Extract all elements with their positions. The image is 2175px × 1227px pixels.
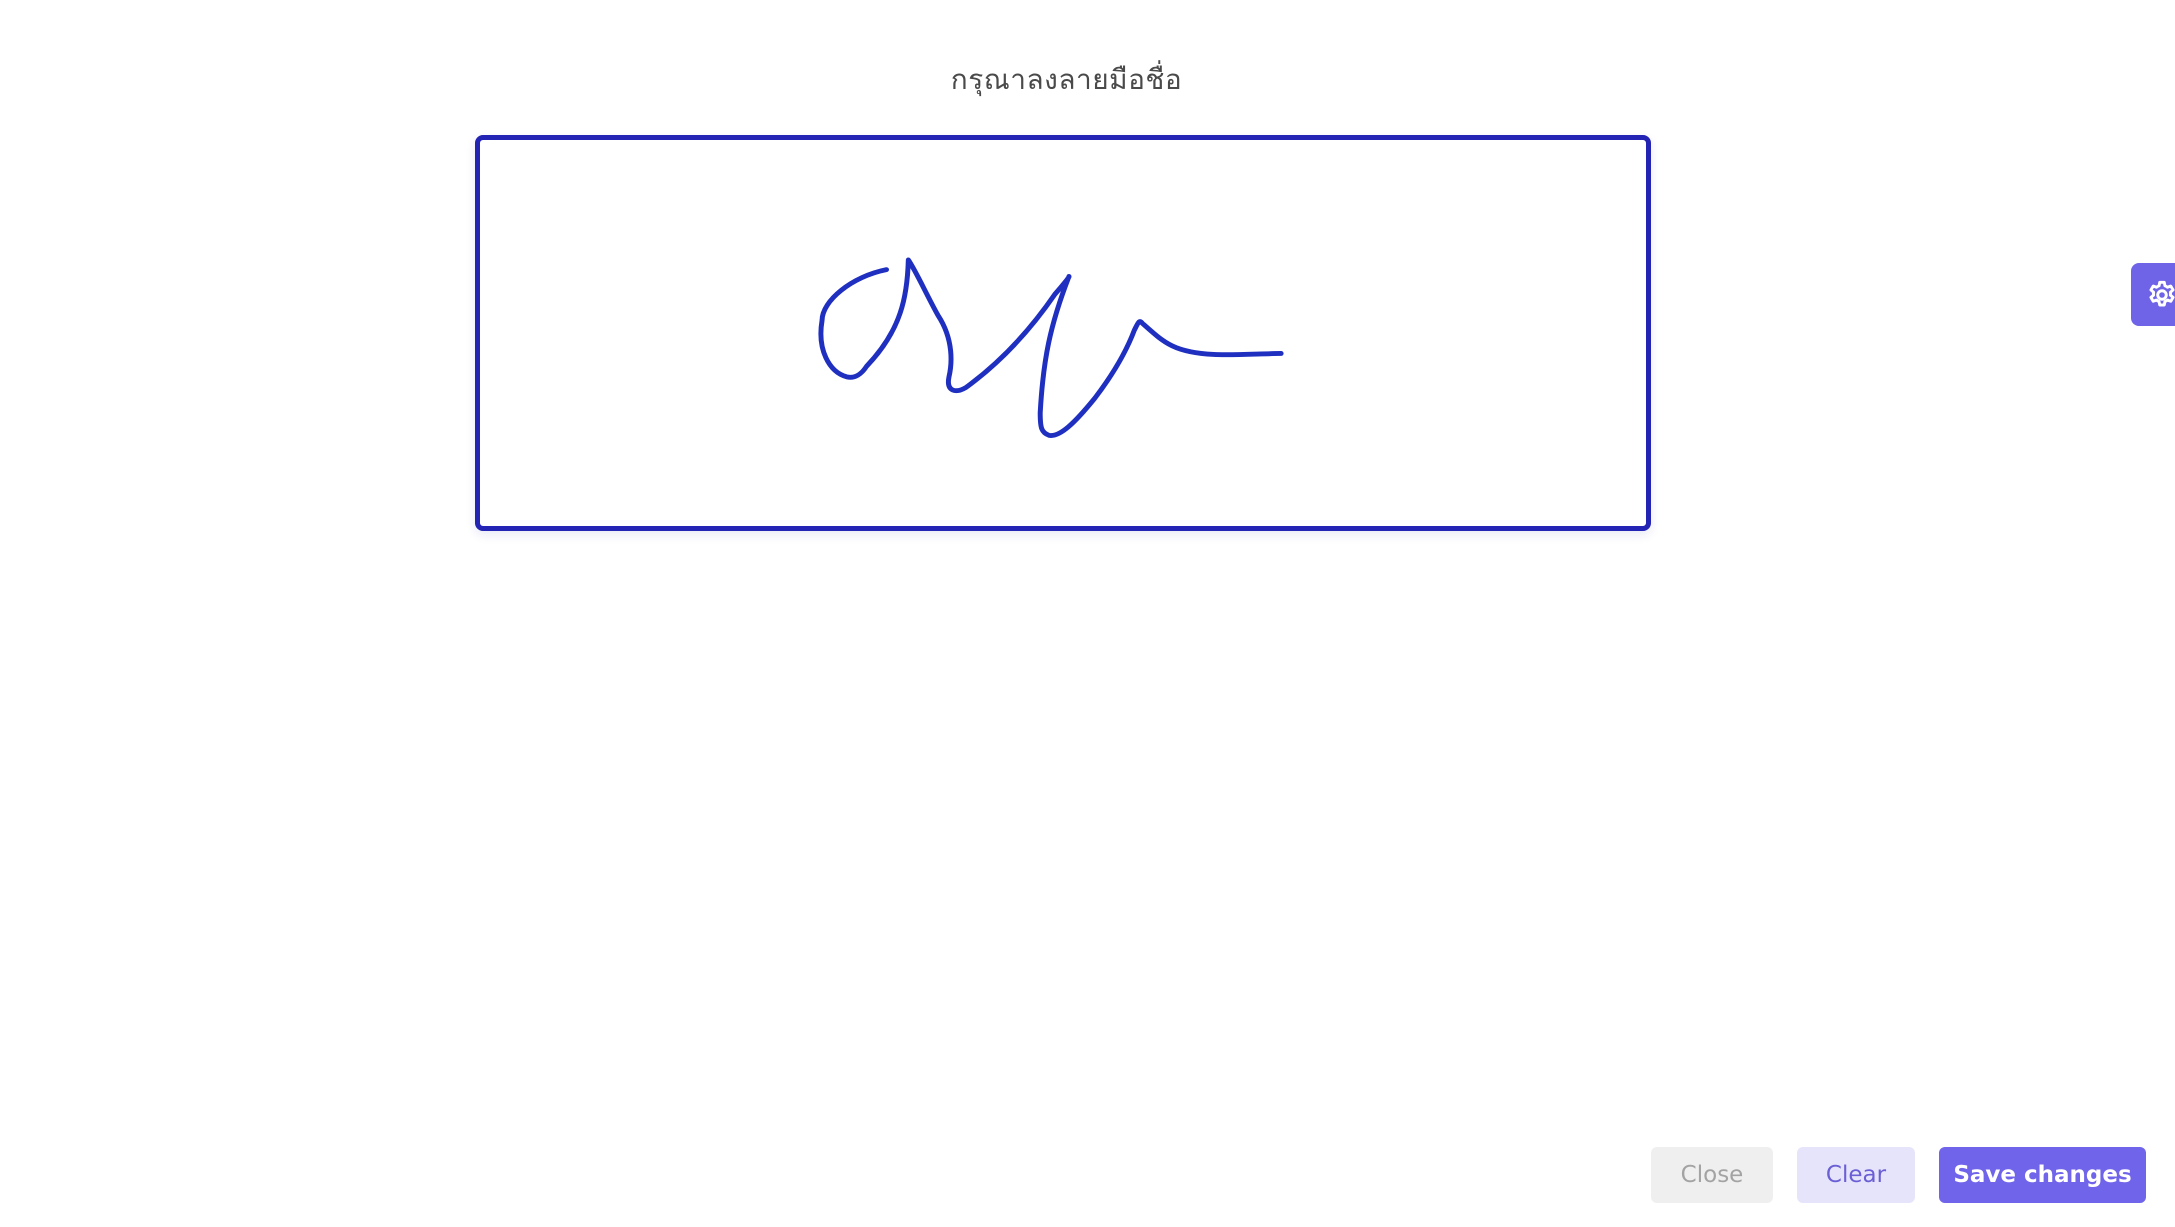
gear-icon bbox=[2149, 280, 2175, 307]
settings-button[interactable] bbox=[2131, 263, 2175, 326]
page-title: กรุณาลงลายมือชื่อ bbox=[950, 63, 1183, 96]
signature-drawing bbox=[818, 257, 1284, 438]
signature-dialog: กรุณาลงลายมือชื่อ Close Clear Save chang… bbox=[0, 0, 2175, 1227]
signature-stroke bbox=[818, 257, 1284, 438]
close-button[interactable]: Close bbox=[1651, 1147, 1773, 1203]
save-changes-button[interactable]: Save changes bbox=[1939, 1147, 2146, 1203]
signature-canvas[interactable] bbox=[475, 135, 1651, 531]
clear-button[interactable]: Clear bbox=[1797, 1147, 1915, 1203]
